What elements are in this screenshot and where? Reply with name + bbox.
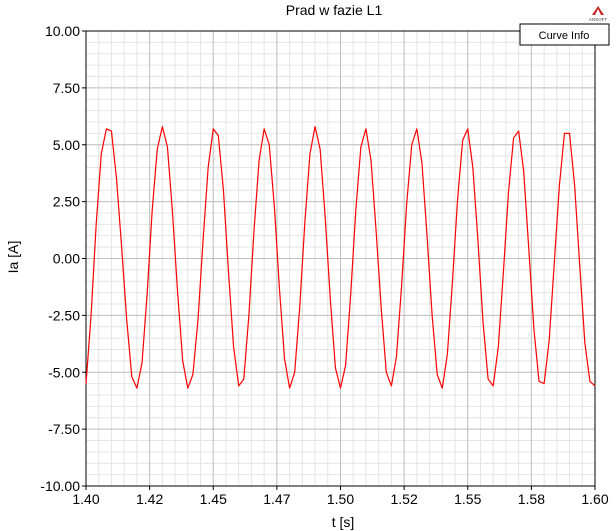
ansoft-logo: ANSOFT: [589, 6, 608, 22]
x-tick-label: 1.52: [391, 491, 418, 507]
y-tick-label: 10.00: [45, 23, 80, 39]
y-tick-label: -5.00: [48, 364, 80, 380]
y-tick-label: 0.00: [53, 251, 80, 267]
x-axis: 1.40 1.42 1.45 1.47 1.50 1.52 1.55 1.58 1.60: [72, 486, 609, 507]
chart-title: Prad w fazie L1: [286, 2, 383, 18]
x-tick-label: 1.47: [263, 491, 290, 507]
x-tick-label: 1.50: [327, 491, 354, 507]
y-axis: -10.00 -7.50 -5.00 -2.50 0.00 2.50 5.00 7.50 10.…: [40, 23, 86, 494]
x-axis-label: t [s]: [332, 514, 355, 530]
chart: Prad w fazie L1 ANSOFT 1.40 1.42 1.45 1.47 1…: [5, 2, 610, 530]
x-tick-label: 1.42: [136, 491, 163, 507]
y-tick-label: -2.50: [48, 307, 80, 323]
x-tick-label: 1.45: [200, 491, 227, 507]
curve-info-legend[interactable]: Curve Info: [519, 23, 610, 46]
y-tick-label: -7.50: [48, 421, 80, 437]
y-tick-label: 7.50: [53, 80, 80, 96]
x-tick-label: 1.58: [518, 491, 545, 507]
curve-info-label[interactable]: Curve Info: [539, 30, 590, 42]
ansoft-logo-text: ANSOFT: [589, 17, 608, 22]
plot-area: [85, 30, 596, 487]
y-axis-label: Ia [A]: [5, 241, 21, 274]
y-tick-label: 5.00: [53, 137, 80, 153]
y-tick-label: 2.50: [53, 194, 80, 210]
x-tick-label: 1.60: [581, 491, 608, 507]
y-tick-label: -10.00: [40, 478, 80, 494]
x-tick-label: 1.55: [454, 491, 481, 507]
